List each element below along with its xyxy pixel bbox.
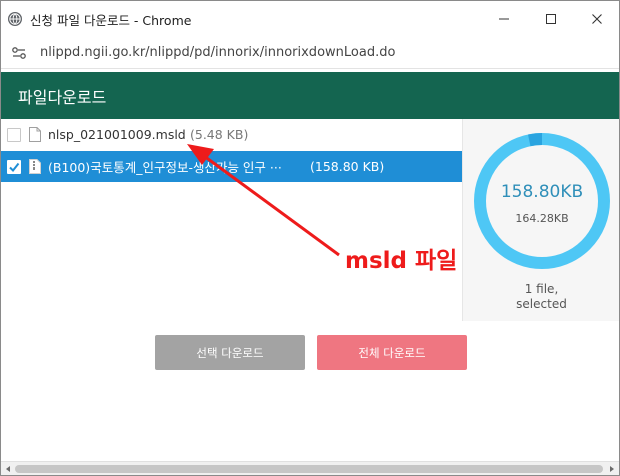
- selected-size: 158.80KB: [500, 182, 584, 202]
- file-row[interactable]: nlsp_021001009.msld (5.48 KB): [1, 119, 462, 150]
- scroll-right-icon[interactable]: [608, 465, 616, 473]
- file-checkbox[interactable]: [7, 127, 21, 142]
- size-summary-panel: 158.80KB 164.28KB 1 file, selected: [462, 119, 619, 321]
- close-icon: [592, 14, 602, 24]
- close-button[interactable]: [574, 1, 620, 37]
- window-title: 신청 파일 다운로드 - Chrome: [30, 12, 192, 28]
- donut-remaining-segment: [528, 133, 543, 147]
- download-content: nlsp_021001009.msld (5.48 KB) (B100)국토통계…: [1, 119, 619, 321]
- horizontal-scrollbar[interactable]: [1, 461, 619, 475]
- file-size: (158.80 KB): [310, 159, 385, 174]
- file-name: nlsp_021001009.msld: [48, 127, 186, 142]
- page-title: 파일다운로드: [18, 87, 107, 107]
- selection-caption-line1: 1 file,: [524, 282, 559, 296]
- download-size-donut: 158.80KB 164.28KB: [473, 132, 611, 270]
- scroll-left-icon[interactable]: [4, 465, 12, 473]
- file-name: (B100)국토통계_인구정보-생산가능 인구 ···: [48, 160, 282, 175]
- chrome-globe-icon: [8, 12, 22, 26]
- file-size: (5.48 KB): [190, 127, 249, 142]
- maximize-icon: [546, 14, 556, 24]
- file-list: nlsp_021001009.msld (5.48 KB) (B100)국토통계…: [1, 119, 462, 321]
- scrollbar-thumb[interactable]: [15, 465, 603, 473]
- maximize-button[interactable]: [528, 1, 574, 37]
- file-row-selected[interactable]: (B100)국토통계_인구정보-생산가능 인구 ··· (158.80 KB): [1, 151, 462, 182]
- address-bar[interactable]: nlippd.ngii.go.kr/nlippd/pd/innorix/inno…: [1, 37, 619, 69]
- file-icon: [29, 127, 41, 142]
- page-url: nlippd.ngii.go.kr/nlippd/pd/innorix/inno…: [40, 45, 396, 60]
- zip-file-icon: [29, 159, 41, 174]
- minimize-button[interactable]: [481, 1, 527, 37]
- select-download-button[interactable]: 선택 다운로드: [155, 335, 305, 370]
- download-header: 파일다운로드: [1, 72, 619, 119]
- all-download-button[interactable]: 전체 다운로드: [317, 335, 467, 370]
- title-bar: 신청 파일 다운로드 - Chrome: [1, 1, 619, 37]
- site-settings-icon[interactable]: [10, 44, 28, 62]
- total-size: 164.28KB: [515, 212, 569, 225]
- browser-popup-window: 신청 파일 다운로드 - Chrome nlippd.ngii.go.kr/nl…: [0, 0, 620, 476]
- selection-caption-line2: selected: [516, 297, 567, 311]
- selection-caption: 1 file, selected: [463, 282, 620, 312]
- minimize-icon: [499, 18, 509, 20]
- annotation-label: msld 파일: [345, 248, 458, 274]
- file-checkbox-checked[interactable]: [7, 159, 21, 174]
- checkmark-icon: [9, 162, 20, 172]
